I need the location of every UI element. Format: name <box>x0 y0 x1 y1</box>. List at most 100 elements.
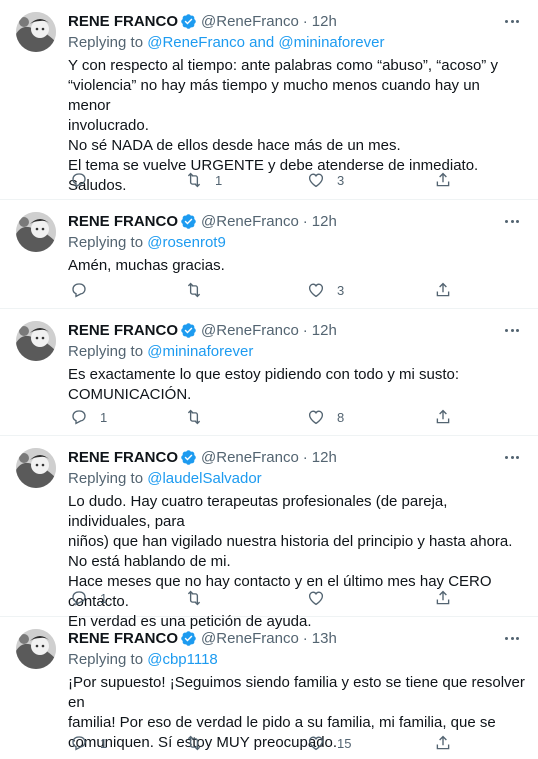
timestamp[interactable]: 12h <box>312 322 337 339</box>
reply-count: 1 <box>100 590 108 606</box>
author-handle[interactable]: @ReneFranco <box>201 213 299 230</box>
heart-icon <box>308 410 324 425</box>
heart-icon <box>308 736 324 751</box>
tweet-text-line: Amén, muchas gracias. <box>68 257 225 274</box>
verified-badge-icon <box>181 13 196 29</box>
author-name[interactable]: RENE FRANCO <box>68 213 178 230</box>
author-name[interactable]: RENE FRANCO <box>68 322 178 339</box>
tweet-header: RENE FRANCO @ReneFranco · 12h <box>68 447 526 467</box>
avatar[interactable] <box>16 12 56 52</box>
share-button[interactable] <box>434 733 452 753</box>
tweet[interactable]: RENE FRANCO @ReneFranco · 12h Replying t… <box>0 200 538 309</box>
retweet-button[interactable] <box>185 588 215 608</box>
more-dots-icon <box>505 19 509 23</box>
more-dots-icon <box>505 328 509 332</box>
share-button[interactable] <box>434 170 452 190</box>
tweet[interactable]: RENE FRANCO @ReneFranco · 12h Replying t… <box>0 309 538 436</box>
tweet-actions: 1 <box>68 588 526 608</box>
like-count: 3 <box>337 282 345 298</box>
separator-dot: · <box>302 448 308 466</box>
timestamp[interactable]: 12h <box>312 449 337 466</box>
reply-button[interactable] <box>70 170 100 190</box>
tweet-actions: 3 <box>68 280 526 300</box>
tweet-text: Es exactamente lo que estoy pidiendo con… <box>68 365 526 405</box>
like-button[interactable] <box>307 588 337 608</box>
separator-dot: · <box>302 321 308 339</box>
timestamp[interactable]: 13h <box>312 630 337 647</box>
retweet-button[interactable]: 1 <box>185 170 222 190</box>
more-options-button[interactable] <box>502 321 522 339</box>
tweet-actions: 1 3 <box>68 170 526 190</box>
reply-button[interactable] <box>70 280 100 300</box>
replying-to: Replying to @mininaforever <box>68 343 254 360</box>
timestamp[interactable]: 12h <box>312 213 337 230</box>
tweet-text-line: involucrado. <box>68 117 149 134</box>
heart-icon <box>308 591 324 606</box>
share-button[interactable] <box>434 280 452 300</box>
retweet-button[interactable] <box>185 407 215 427</box>
author-name[interactable]: RENE FRANCO <box>68 13 178 30</box>
tweet[interactable]: RENE FRANCO @ReneFranco · 13h Replying t… <box>0 617 538 759</box>
like-count: 8 <box>337 409 345 425</box>
more-options-button[interactable] <box>502 12 522 30</box>
replying-to-link[interactable]: @rosenrot9 <box>147 234 226 251</box>
more-options-button[interactable] <box>502 629 522 647</box>
share-button[interactable] <box>434 588 452 608</box>
like-button[interactable]: 3 <box>307 280 344 300</box>
reply-count: 1 <box>100 409 108 425</box>
replying-to-link[interactable]: @ReneFranco and @mininaforever <box>147 34 384 51</box>
author-handle[interactable]: @ReneFranco <box>201 630 299 647</box>
tweet-actions: 1 15 <box>68 733 526 753</box>
retweet-button[interactable] <box>185 280 215 300</box>
timestamp[interactable]: 12h <box>312 13 337 30</box>
avatar[interactable] <box>16 212 56 252</box>
retweet-button[interactable] <box>185 733 215 753</box>
tweet-text: Lo dudo. Hay cuatro terapeutas profesion… <box>68 492 526 632</box>
retweet-icon <box>187 409 201 425</box>
retweet-icon <box>187 282 201 298</box>
reply-button[interactable]: 1 <box>70 588 107 608</box>
replying-to-link[interactable]: @laudelSalvador <box>147 470 261 487</box>
tweet-text-line: No está hablando de mi. <box>68 553 231 570</box>
tweet-text-line: “violencia” no hay más tiempo y mucho me… <box>68 77 480 114</box>
share-icon <box>436 409 450 424</box>
tweet[interactable]: RENE FRANCO @ReneFranco · 12h Replying t… <box>0 0 538 200</box>
author-name[interactable]: RENE FRANCO <box>68 630 178 647</box>
author-name[interactable]: RENE FRANCO <box>68 449 178 466</box>
reply-button[interactable]: 1 <box>70 407 107 427</box>
verified-badge-icon <box>181 449 196 465</box>
author-handle[interactable]: @ReneFranco <box>201 322 299 339</box>
author-handle[interactable]: @ReneFranco <box>201 13 299 30</box>
verified-badge-icon <box>181 322 196 338</box>
like-button[interactable]: 8 <box>307 407 344 427</box>
like-button[interactable]: 3 <box>307 170 344 190</box>
heart-icon <box>308 283 324 298</box>
replying-to-link[interactable]: @cbp1118 <box>147 651 218 668</box>
share-icon <box>436 282 450 297</box>
replying-to: Replying to @cbp1118 <box>68 651 218 668</box>
tweet-header: RENE FRANCO @ReneFranco · 12h <box>68 320 526 340</box>
tweet-text-line: Lo dudo. Hay cuatro terapeutas profesion… <box>68 493 448 530</box>
tweet-header: RENE FRANCO @ReneFranco · 12h <box>68 211 526 231</box>
avatar[interactable] <box>16 321 56 361</box>
tweet-actions: 1 8 <box>68 407 526 427</box>
reply-button[interactable]: 1 <box>70 733 107 753</box>
tweet-text-line: Es exactamente lo que estoy pidiendo con… <box>68 366 460 383</box>
share-button[interactable] <box>434 407 452 427</box>
avatar[interactable] <box>16 448 56 488</box>
verified-badge-icon <box>181 213 196 229</box>
like-button[interactable]: 15 <box>307 733 351 753</box>
share-icon <box>436 172 450 187</box>
replying-to-link[interactable]: @mininaforever <box>147 343 253 360</box>
tweet[interactable]: RENE FRANCO @ReneFranco · 12h Replying t… <box>0 436 538 630</box>
reply-count: 1 <box>100 735 108 751</box>
author-handle[interactable]: @ReneFranco <box>201 449 299 466</box>
more-options-button[interactable] <box>502 212 522 230</box>
tweet-text-line: ¡Por supuesto! ¡Seguimos siendo familia … <box>68 674 525 711</box>
more-dots-icon <box>505 455 509 459</box>
avatar[interactable] <box>16 629 56 669</box>
tweet-text: Amén, muchas gracias. <box>68 256 526 276</box>
heart-icon <box>308 173 324 188</box>
like-count: 15 <box>337 735 352 751</box>
more-options-button[interactable] <box>502 448 522 466</box>
